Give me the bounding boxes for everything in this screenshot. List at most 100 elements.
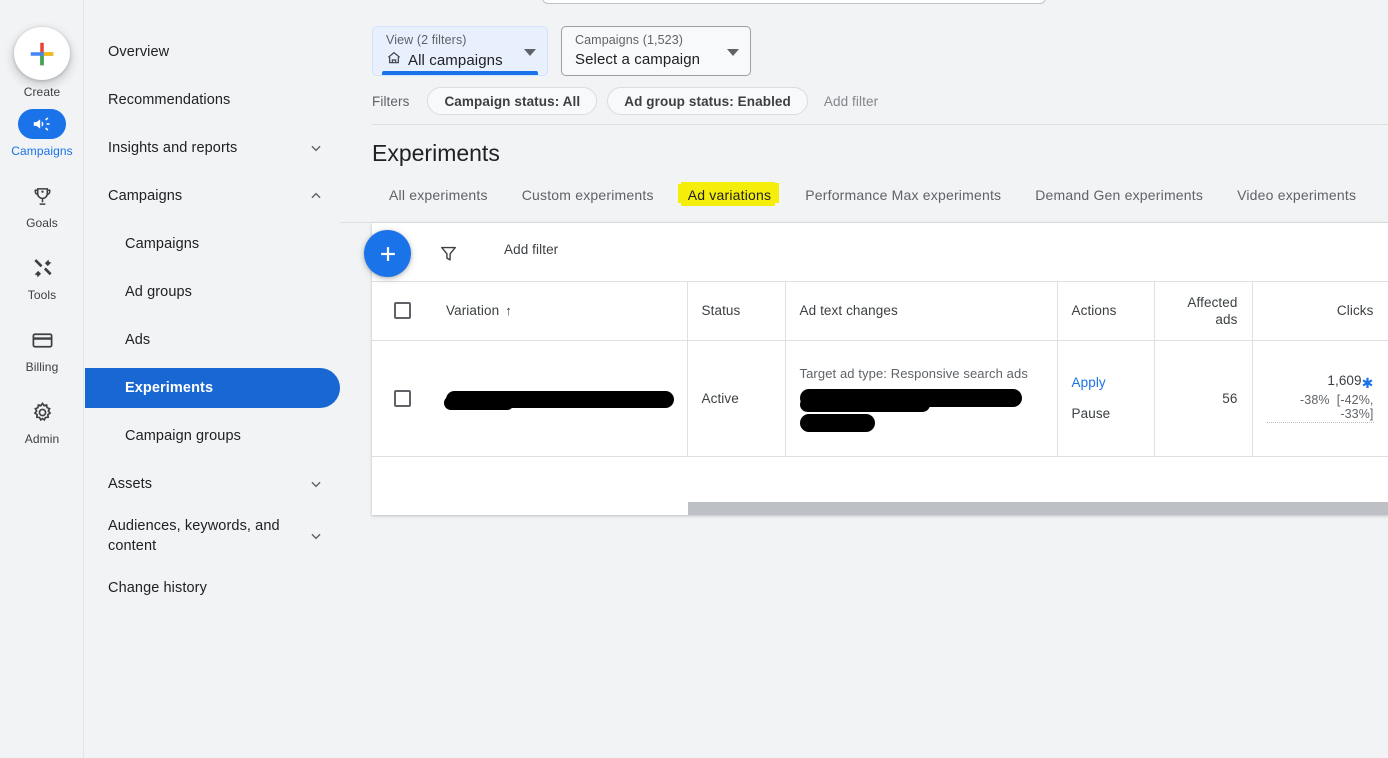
chevron-down-icon — [306, 138, 326, 158]
select-all-checkbox[interactable] — [394, 302, 411, 319]
google-ads-app: Create Campaigns Goals — [0, 0, 1388, 758]
redaction-mark-variation-name — [446, 391, 674, 408]
tab-all-experiments[interactable]: All experiments — [372, 186, 505, 214]
sidebar-item-ad-groups[interactable]: Ad groups — [85, 272, 340, 312]
campaigns-active-pill — [18, 109, 66, 139]
sidebar-item-ads[interactable]: Ads — [85, 320, 340, 360]
view-selector-value-row: All campaigns — [386, 50, 534, 72]
ad-variations-table: Variation ↑ Status Ad text changes Action… — [372, 282, 1388, 457]
column-header-status[interactable]: Status — [687, 282, 785, 340]
significance-asterisk-icon: ✱ — [1362, 375, 1374, 391]
rail-item-tools[interactable]: Tools — [0, 253, 84, 325]
table-row[interactable]: Active Target ad type: Responsive search… — [372, 340, 1388, 456]
scrollbar-thumb[interactable] — [688, 502, 1388, 515]
rail-label-tools: Tools — [28, 288, 57, 302]
column-header-affected-ads[interactable]: Affected ads — [1154, 282, 1252, 340]
tools-icon — [31, 257, 54, 280]
tab-custom-experiments[interactable]: Custom experiments — [505, 186, 671, 214]
column-header-actions[interactable]: Actions — [1057, 282, 1154, 340]
column-label-variation: Variation — [446, 303, 499, 318]
sidebar-label-change-history: Change history — [108, 579, 326, 598]
cell-status: Active — [687, 340, 785, 456]
row-checkbox[interactable] — [394, 390, 411, 407]
trophy-icon — [31, 185, 54, 208]
plus-icon — [27, 39, 57, 69]
tab-label-all-experiments: All experiments — [389, 187, 488, 203]
tab-demand-gen-experiments[interactable]: Demand Gen experiments — [1018, 186, 1220, 214]
column-label-status: Status — [702, 303, 741, 318]
table-toolbar: Add filter — [372, 223, 1388, 282]
campaign-selector-label: Campaigns (1,523) — [575, 32, 737, 48]
sidebar-label-insights-and-reports: Insights and reports — [108, 139, 306, 158]
tab-ad-variations[interactable]: Ad variations — [671, 186, 789, 214]
sidebar-item-audiences-keywords-content[interactable]: Audiences, keywords, and content — [85, 512, 340, 560]
tab-label-performance-max-experiments: Performance Max experiments — [805, 187, 1001, 203]
add-ad-variation-button[interactable] — [364, 230, 411, 277]
sidebar-item-change-history[interactable]: Change history — [85, 568, 340, 608]
sidebar-item-campaigns[interactable]: Campaigns — [85, 224, 340, 264]
row-select-cell — [372, 340, 432, 456]
tab-performance-max-experiments[interactable]: Performance Max experiments — [788, 186, 1018, 214]
credit-card-icon — [31, 329, 54, 352]
rail-item-admin[interactable]: Admin — [0, 397, 84, 469]
view-selector-label: View (2 filters) — [386, 32, 534, 48]
sort-ascending-icon: ↑ — [505, 303, 512, 318]
clicks-confidence-interval: [-42%, -33%] — [1337, 393, 1374, 421]
tab-label-ad-variations: Ad variations — [688, 187, 772, 203]
sidebar-item-insights-and-reports[interactable]: Insights and reports — [85, 128, 340, 168]
sidebar-item-assets[interactable]: Assets — [85, 464, 340, 504]
redaction-mark-ad-text-2 — [800, 414, 875, 432]
column-header-clicks[interactable]: Clicks — [1252, 282, 1388, 340]
sidebar-label-ad-groups: Ad groups — [125, 283, 326, 302]
clicks-change-row: -38% [-42%, -33%] — [1267, 391, 1374, 423]
sidebar-item-campaigns-group[interactable]: Campaigns — [85, 176, 340, 216]
sidebar-label-audiences-keywords-content: Audiences, keywords, and content — [108, 516, 306, 556]
table-body: Active Target ad type: Responsive search… — [372, 340, 1388, 456]
tab-video-experiments[interactable]: Video experiments — [1220, 186, 1373, 214]
sidebar-item-campaign-groups[interactable]: Campaign groups — [85, 416, 340, 456]
rail-top-spacer — [0, 0, 83, 27]
cell-affected-ads: 56 — [1154, 340, 1252, 456]
apply-link[interactable]: Apply — [1072, 375, 1140, 390]
horizontal-scrollbar[interactable] — [372, 502, 1388, 515]
gear-icon — [31, 401, 54, 424]
column-label-clicks: Clicks — [1337, 303, 1374, 318]
filter-chip-campaign-status[interactable]: Campaign status: All — [427, 87, 597, 115]
chevron-down-icon[interactable] — [524, 49, 536, 56]
megaphone-icon — [31, 113, 53, 135]
funnel-icon[interactable] — [436, 241, 460, 265]
clicks-value: 1,609 — [1327, 373, 1361, 388]
rail-item-billing[interactable]: Billing — [0, 325, 84, 397]
toolbar-add-filter[interactable]: Add filter — [504, 242, 558, 257]
cell-clicks: 1,609✱ -38% [-42%, -33%] — [1252, 340, 1388, 456]
rail-label-create: Create — [24, 85, 61, 99]
pause-link[interactable]: Pause — [1072, 406, 1140, 421]
create-fab[interactable] — [14, 27, 70, 80]
left-icon-rail: Create Campaigns Goals — [0, 0, 84, 758]
search-input[interactable] — [542, 0, 1046, 4]
campaign-selector[interactable]: Campaigns (1,523) Select a campaign — [561, 26, 751, 76]
sidebar-item-recommendations[interactable]: Recommendations — [85, 80, 340, 120]
column-label-affected-ads: Affected ads — [1169, 294, 1238, 328]
column-header-variation[interactable]: Variation ↑ — [432, 282, 687, 340]
rail-item-goals[interactable]: Goals — [0, 181, 84, 253]
goals-icon-wrap — [18, 181, 66, 211]
header-divider — [372, 124, 1388, 125]
column-header-ad-text-changes[interactable]: Ad text changes — [785, 282, 1057, 340]
add-filter-link[interactable]: Add filter — [824, 94, 878, 109]
campaign-selector-value-row: Select a campaign — [575, 50, 737, 70]
tab-label-video-experiments: Video experiments — [1237, 187, 1356, 203]
chevron-down-icon[interactable] — [727, 49, 739, 56]
cell-variation — [432, 340, 687, 456]
sidebar-label-ads: Ads — [125, 331, 326, 350]
sidebar-item-experiments[interactable]: Experiments — [85, 368, 340, 408]
table-scroll-area: Variation ↑ Status Ad text changes Action… — [372, 282, 1388, 515]
rail-item-create[interactable]: Create — [0, 27, 84, 99]
sidebar-navigation: Overview Recommendations Insights and re… — [85, 0, 340, 758]
rail-label-campaigns: Campaigns — [11, 144, 73, 158]
sidebar-item-overview[interactable]: Overview — [85, 32, 340, 72]
view-selector[interactable]: View (2 filters) All campaigns — [372, 26, 548, 76]
rail-item-campaigns[interactable]: Campaigns — [0, 109, 84, 181]
sidebar-label-experiments: Experiments — [125, 379, 326, 398]
filter-chip-ad-group-status[interactable]: Ad group status: Enabled — [607, 87, 808, 115]
